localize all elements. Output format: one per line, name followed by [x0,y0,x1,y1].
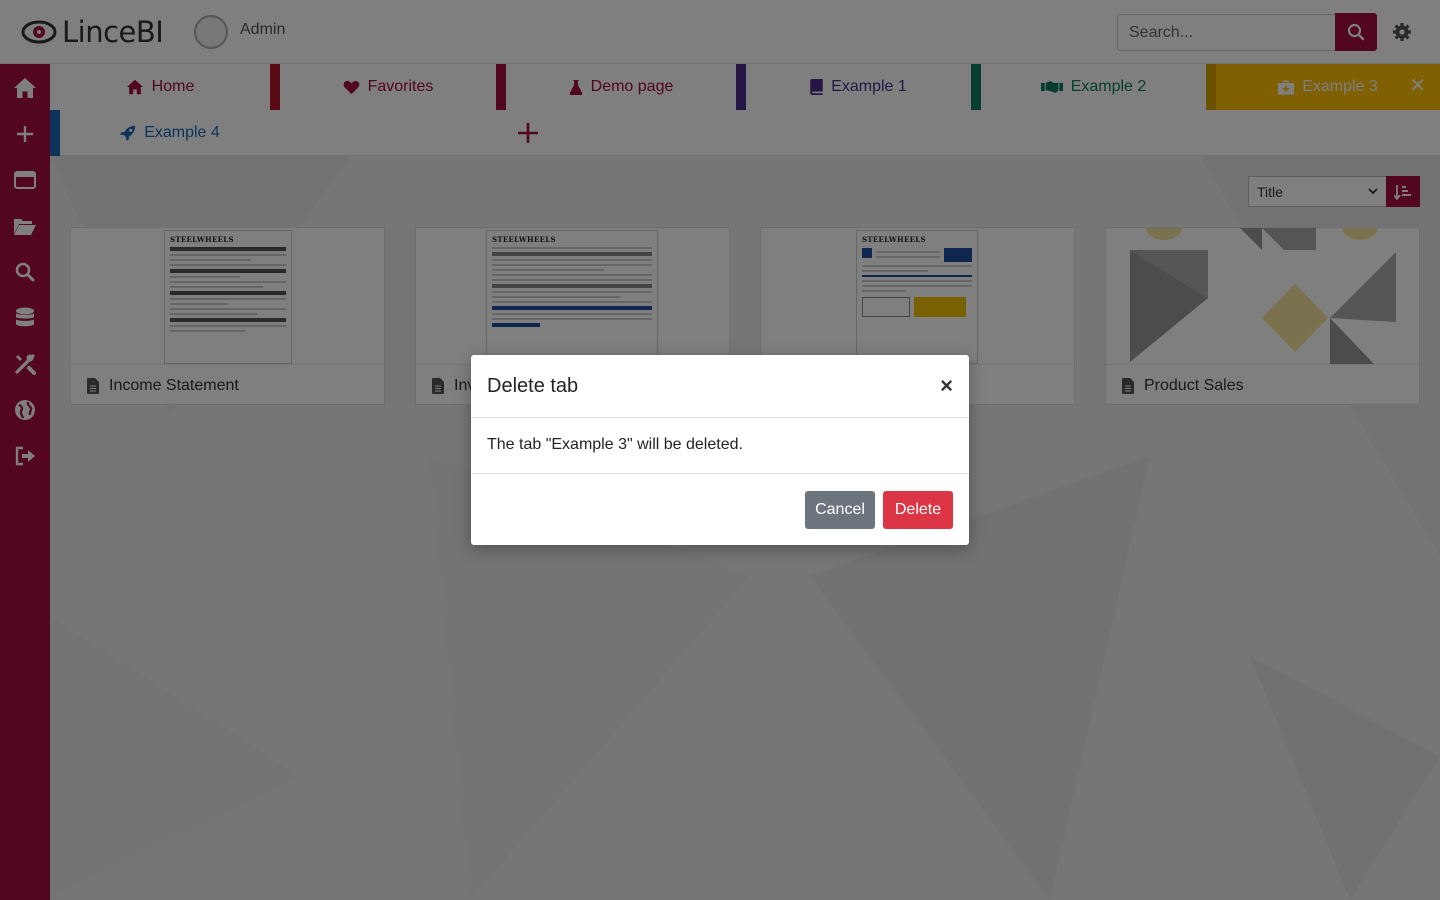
modal-body: The tab "Example 3" will be deleted. [471,418,969,474]
cancel-button[interactable]: Cancel [805,491,875,529]
modal-title: Delete tab [487,375,579,397]
delete-tab-dialog: Delete tab × The tab "Example 3" will be… [471,355,969,545]
modal-header: Delete tab × [471,355,969,418]
delete-button[interactable]: Delete [883,491,953,529]
modal-message: The tab "Example 3" will be deleted. [487,436,743,453]
close-icon[interactable]: × [940,373,953,399]
